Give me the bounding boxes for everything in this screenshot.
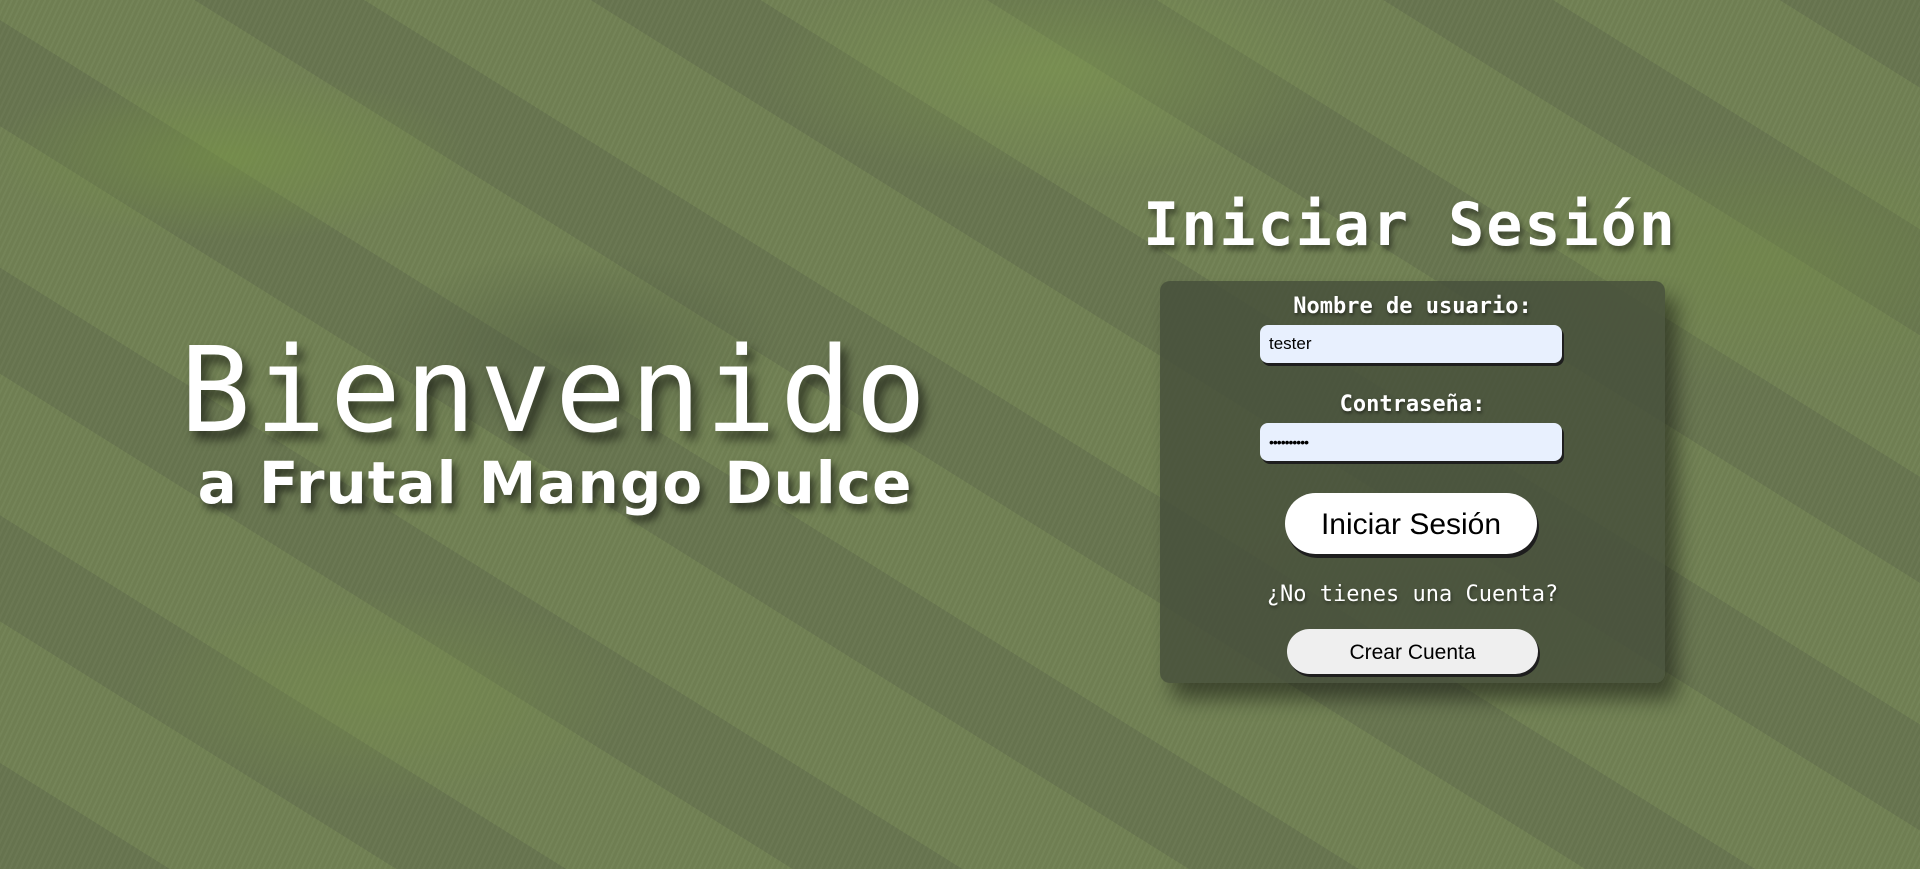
password-input[interactable]: •••••••••• bbox=[1260, 423, 1562, 461]
login-heading: Iniciar Sesión bbox=[1143, 190, 1677, 260]
no-account-text: ¿No tienes una Cuenta? bbox=[1266, 582, 1559, 607]
welcome-subtitle: a Frutal Mango Dulce bbox=[197, 449, 913, 517]
welcome-section: Bienvenido a Frutal Mango Dulce bbox=[170, 330, 940, 516]
login-submit-button[interactable]: Iniciar Sesión bbox=[1285, 493, 1537, 554]
password-label: Contraseña: bbox=[1339, 392, 1486, 417]
username-input[interactable]: tester bbox=[1260, 325, 1562, 363]
create-account-button[interactable]: Crear Cuenta bbox=[1287, 629, 1538, 674]
login-form: Nombre de usuario: tester Contraseña: ••… bbox=[1160, 281, 1665, 683]
welcome-title: Bienvenido bbox=[179, 321, 931, 459]
username-label: Nombre de usuario: bbox=[1293, 294, 1532, 319]
